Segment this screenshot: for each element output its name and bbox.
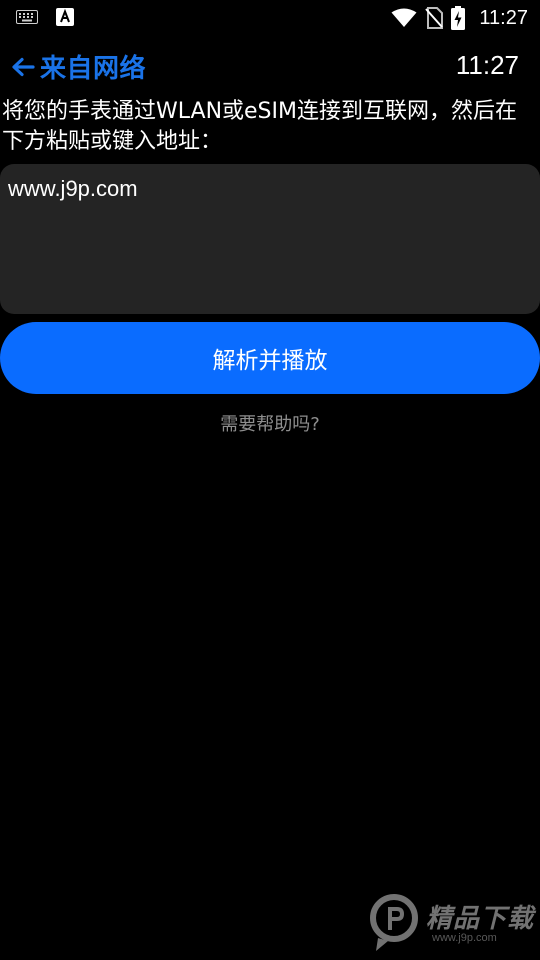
- battery-charging-icon: [451, 6, 466, 30]
- header: 来自网络 11:27: [10, 48, 530, 88]
- status-bar: 11:27: [0, 0, 540, 36]
- status-bar-right: 11:27: [391, 5, 528, 31]
- watermark-logo-icon: [366, 894, 422, 956]
- help-link[interactable]: 需要帮助吗?: [0, 410, 540, 436]
- parse-and-play-button[interactable]: 解析并播放: [0, 322, 540, 394]
- arrow-left-icon: [10, 56, 36, 78]
- watermark: 精品下载 www.j9p.com: [366, 892, 534, 954]
- keyboard-icon: [16, 10, 38, 24]
- wifi-icon: [391, 8, 417, 28]
- page-title: 来自网络: [40, 54, 147, 84]
- header-clock: 11:27: [455, 50, 519, 80]
- back-button[interactable]: 来自网络: [10, 48, 146, 85]
- status-bar-left: [16, 8, 74, 26]
- instruction-text: 将您的手表通过WLAN或eSIM连接到互联网，然后在下方粘贴或键入地址：: [2, 99, 517, 154]
- text-a-icon: [56, 8, 74, 26]
- status-bar-time: 11:27: [479, 6, 528, 29]
- watermark-text: 精品下载: [426, 904, 535, 934]
- url-input[interactable]: www.j9p.com: [0, 164, 540, 314]
- watermark-subtext: www.j9p.com: [432, 932, 497, 944]
- no-sim-icon: [425, 7, 444, 29]
